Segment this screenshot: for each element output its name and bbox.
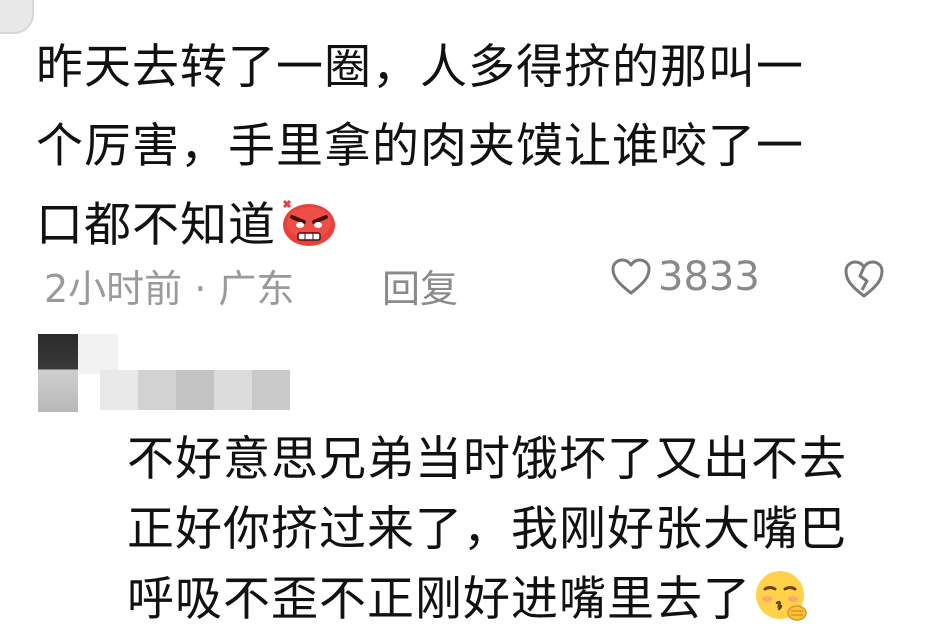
reply-button[interactable]: 回复 [382,258,458,313]
reply-body: 不好意思兄弟当时饿坏了又出不去 正好你挤过来了，我刚好张大嘴巴 呼吸不歪不正刚好… [127,425,927,635]
time-location: 2小时前 · 广东 [44,267,295,311]
heart-outline-icon [611,258,651,295]
comment-body: 昨天去转了一圈，人多得挤的那叫一 个厉害，手里拿的肉夹馍让谁咬了一 口都不知道 [36,28,916,265]
comment-thread: 昨天去转了一圈，人多得挤的那叫一 个厉害，手里拿的肉夹馍让谁咬了一 口都不知道 … [0,0,941,642]
comment-line: 个厉害，手里拿的肉夹馍让谁咬了一 [36,119,804,174]
shy-kiss-face-emoji-icon [756,571,807,621]
commenter-avatar[interactable] [0,0,34,34]
reply-avatar-blur [78,334,118,374]
broken-heart-icon[interactable] [842,258,886,300]
comment-line-text: 口都不知道 [36,198,276,253]
like-count: 3833 [658,254,760,300]
like-button[interactable]: 3833 [610,254,760,300]
comment-meta: 2小时前 · 广东 回复 3833 [36,250,916,313]
comment-line: 昨天去转了一圈，人多得挤的那叫一 [36,40,804,95]
reply-line: 不好意思兄弟当时饿坏了又出不去 [127,432,847,487]
reply-line-text: 呼吸不歪不正刚好进嘴里去了 [127,572,751,627]
blur-block [100,370,138,410]
blur-block [252,370,290,410]
blur-block [138,370,176,410]
reply-line: 呼吸不歪不正刚好进嘴里去了 [127,565,927,635]
reply-line: 正好你挤过来了，我刚好张大嘴巴 [127,502,847,557]
reply-username-blurred[interactable] [100,370,290,410]
blur-block [214,370,252,410]
reply-avatar[interactable] [38,334,78,412]
angry-face-emoji-icon [282,199,335,246]
blur-block [176,370,214,410]
